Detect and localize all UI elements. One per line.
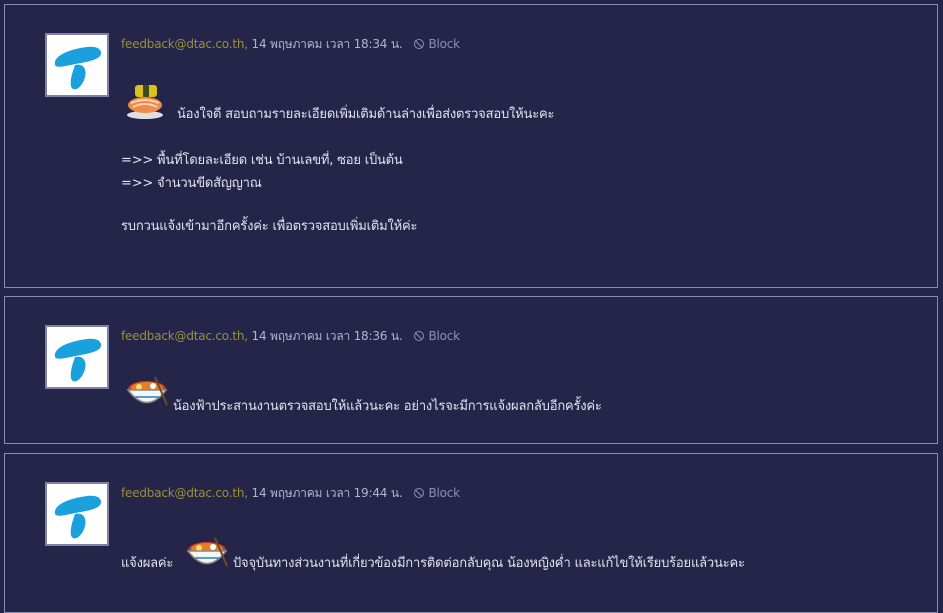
- post-meta: feedback@dtac.co.th, 14 พฤษภาคม เวลา 18:…: [121, 35, 460, 54]
- comment-post: feedback@dtac.co.th, 14 พฤษภาคม เวลา 19:…: [4, 453, 938, 613]
- block-button[interactable]: Block: [414, 486, 460, 500]
- comment-post: feedback@dtac.co.th, 14 พฤษภาคม เวลา 18:…: [4, 4, 938, 288]
- message-line: น้องใจดี สอบถามรายละเอียดเพิ่มเติมด้านล่…: [177, 107, 555, 122]
- dtac-logo-icon: [54, 338, 101, 382]
- block-button[interactable]: Block: [414, 37, 460, 51]
- message-line: น้องฟ้าประสานงานตรวจสอบให้แล้วนะคะ อย่าง…: [173, 399, 602, 414]
- dtac-logo-icon: [54, 46, 101, 90]
- block-label: Block: [428, 329, 460, 343]
- block-icon: [414, 39, 425, 49]
- author-email[interactable]: feedback@dtac.co.th,: [121, 486, 248, 500]
- dtac-logo-icon: [54, 495, 101, 539]
- author-email[interactable]: feedback@dtac.co.th,: [121, 329, 248, 343]
- post-date: 14 พฤษภาคม เวลา 18:36 น.: [247, 329, 403, 343]
- message-line: =>> พื้นที่โดยละเอียด เช่น บ้านเลขที่, ซ…: [121, 153, 403, 168]
- post-meta: feedback@dtac.co.th, 14 พฤษภาคม เวลา 18:…: [121, 327, 460, 346]
- sushi-emoticon-icon: [125, 81, 167, 121]
- author-email[interactable]: feedback@dtac.co.th,: [121, 37, 248, 51]
- comment-post: feedback@dtac.co.th, 14 พฤษภาคม เวลา 18:…: [4, 296, 938, 444]
- avatar[interactable]: [45, 325, 109, 389]
- block-button[interactable]: Block: [414, 329, 460, 343]
- avatar[interactable]: [45, 482, 109, 546]
- noodle-bowl-emoticon-icon: [125, 375, 169, 413]
- block-label: Block: [428, 486, 460, 500]
- message-line: แจ้งผลค่ะ: [121, 556, 174, 571]
- block-icon: [414, 488, 425, 498]
- message-line: รบกวนแจ้งเข้ามาอีกครั้งค่ะ เพื่อตรวจสอบเ…: [121, 219, 418, 234]
- noodle-bowl-emoticon-icon: [185, 536, 229, 574]
- message-line: =>> จำนวนขีดสัญญาณ: [121, 176, 262, 191]
- message-line: ปัจจุบันทางส่วนงานที่เกี่ยวข้องมีการติดต…: [233, 556, 745, 571]
- post-date: 14 พฤษภาคม เวลา 19:44 น.: [247, 486, 403, 500]
- post-meta: feedback@dtac.co.th, 14 พฤษภาคม เวลา 19:…: [121, 484, 460, 503]
- avatar[interactable]: [45, 33, 109, 97]
- block-icon: [414, 331, 425, 341]
- block-label: Block: [428, 37, 460, 51]
- post-date: 14 พฤษภาคม เวลา 18:34 น.: [247, 37, 403, 51]
